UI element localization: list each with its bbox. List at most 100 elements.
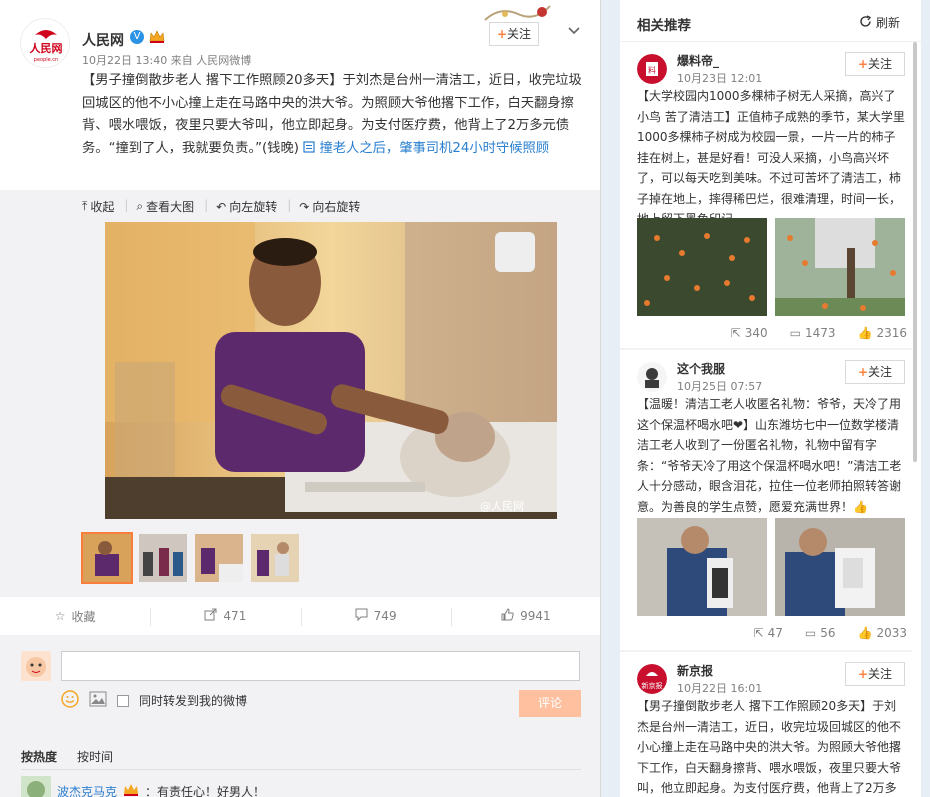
- recommend-photo[interactable]: [775, 518, 905, 616]
- recommend-item: 新京报 新京报 10月22日 16:01 +关注 【男子撞倒散步老人 撂下工作照…: [620, 652, 912, 797]
- link-icon: [303, 140, 319, 156]
- repost-button[interactable]: 471: [150, 597, 300, 635]
- vip-crown-icon: [149, 30, 165, 44]
- recommend-time[interactable]: 10月22日 16:01: [677, 680, 762, 696]
- svg-text:人民网: 人民网: [30, 41, 63, 55]
- thumbs-up-icon: 👍: [857, 626, 873, 640]
- post-photo[interactable]: @人民网: [105, 222, 557, 519]
- recommend-name[interactable]: 这个我服: [677, 360, 725, 377]
- recommend-like-button[interactable]: 👍 2316: [858, 326, 908, 340]
- tab-sort-time[interactable]: 按时间: [77, 748, 113, 765]
- refresh-button[interactable]: 刷新: [859, 14, 900, 31]
- collapse-button[interactable]: ⤒ 收起: [82, 198, 124, 215]
- recommend-name[interactable]: 新京报: [677, 662, 713, 679]
- rotate-left-button[interactable]: ↶ 向左旋转: [216, 198, 287, 215]
- svg-text:新京报: 新京报: [642, 681, 663, 690]
- commenter-avatar[interactable]: [21, 776, 51, 797]
- recommend-item: 这个我服 10月25日 07:57 +关注 【温暖！清洁工老人收匿名礼物：爷爷，…: [620, 350, 912, 650]
- recommend-follow-button[interactable]: +关注: [845, 52, 905, 76]
- topic-link[interactable]: 撞老人之后，肇事司机24小时守候照顾: [319, 141, 549, 156]
- arrow-up-icon: ⤒: [82, 199, 88, 213]
- photo-watermark: @人民网: [480, 500, 524, 513]
- feed-card: 人民网 people.cn 人民网 V 10月22日 13:40 来自 人民网微…: [0, 0, 601, 797]
- post-action-bar: ☆ 收藏 471 749 9941: [0, 596, 600, 636]
- user-avatar[interactable]: 人民网 people.cn: [20, 18, 70, 68]
- magnifier-icon: ⌕: [136, 199, 144, 213]
- media-toolbar: ⤒ 收起 | ⌕ 查看大图 | ↶ 向左旋转 | ↷ 向右旋转: [82, 198, 370, 215]
- favorite-button[interactable]: ☆ 收藏: [0, 597, 150, 635]
- recommend-pictures: [637, 518, 905, 616]
- recommend-time[interactable]: 10月25日 07:57: [677, 378, 762, 394]
- repost-checkbox[interactable]: [117, 694, 129, 707]
- recommend-avatar[interactable]: 新京报: [637, 664, 667, 694]
- image-icon[interactable]: [89, 691, 107, 710]
- media-panel: ⤒ 收起 | ⌕ 查看大图 | ↶ 向左旋转 | ↷ 向右旋转 @人民网: [0, 190, 600, 596]
- my-avatar[interactable]: [21, 651, 51, 681]
- recommend-avatar[interactable]: [637, 362, 667, 392]
- repost-checkbox-label: 同时转发到我的微博: [139, 694, 248, 708]
- comment-icon: ▭: [789, 326, 801, 340]
- vip-crown-icon: [123, 783, 139, 797]
- sidebar-scrollbar[interactable]: [913, 42, 917, 462]
- recommend-time[interactable]: 10月23日 12:01: [677, 70, 762, 86]
- recommend-photo[interactable]: [637, 518, 767, 616]
- commenter-name[interactable]: 波杰克马克: [57, 783, 117, 797]
- chevron-down-icon[interactable]: [566, 22, 582, 38]
- thumbnail-strip: [81, 532, 301, 584]
- view-large-button[interactable]: ⌕ 查看大图: [136, 198, 204, 215]
- recommend-photo[interactable]: [637, 218, 767, 316]
- verified-icon: V: [130, 30, 144, 44]
- thumbs-up-icon: 👍: [857, 326, 873, 340]
- repost-icon: [204, 608, 217, 624]
- recommend-repost-button[interactable]: ⇱ 340: [731, 326, 768, 340]
- svg-text:people.cn: people.cn: [34, 57, 58, 63]
- recommend-stats: ⇱ 47 ▭ 56 👍 2033: [637, 626, 907, 640]
- divider: [21, 769, 581, 770]
- plus-icon: +: [857, 667, 869, 681]
- recommend-stats: ⇱ 340 ▭ 1473 👍 2316: [637, 326, 907, 340]
- recommend-pictures: [637, 218, 905, 316]
- recommend-follow-button[interactable]: +关注: [845, 662, 905, 686]
- recommend-text: 【男子撞倒散步老人 撂下工作照顾20多天】于刘杰是台州一清洁工，近日，收完垃圾回…: [637, 699, 902, 795]
- post-meta: 10月22日 13:40 来自 人民网微博: [82, 52, 251, 68]
- recommend-name[interactable]: 爆料帝_: [677, 52, 719, 69]
- thumbnail[interactable]: [249, 532, 301, 584]
- username[interactable]: 人民网: [82, 30, 124, 50]
- post-time[interactable]: 10月22日 13:40: [82, 54, 167, 67]
- recommend-text: 【大学校园内1000多棵柿子树无人采摘，高兴了小鸟 苦了清洁工】正值柿子成熟的季…: [637, 89, 905, 226]
- comment-button[interactable]: 749: [300, 597, 451, 635]
- star-icon: ☆: [54, 609, 66, 623]
- sidebar-header: 相关推荐 刷新: [620, 0, 921, 42]
- recommend-repost-button[interactable]: ⇱ 47: [754, 626, 783, 640]
- recommend-like-button[interactable]: 👍 2033: [858, 626, 908, 640]
- plus-icon: +: [857, 57, 869, 71]
- recommend-comment-button[interactable]: ▭ 56: [805, 626, 836, 640]
- comment-sort-tabs: 按热度 按时间: [21, 748, 113, 765]
- refresh-icon: [859, 14, 872, 31]
- post-source: 来自 人民网微博: [170, 54, 252, 67]
- comment-input[interactable]: [61, 651, 580, 681]
- submit-comment-button[interactable]: 评论: [519, 690, 581, 717]
- comment-tools: 同时转发到我的微博: [61, 690, 247, 711]
- repost-icon: ⇱: [753, 626, 764, 640]
- thumbnail[interactable]: [137, 532, 189, 584]
- plus-icon: +: [857, 365, 869, 379]
- recommend-avatar[interactable]: 料: [637, 54, 667, 84]
- recommend-sidebar: 相关推荐 刷新 料 爆料帝_ 10月23日 12:01 +关注 【大学校园内10…: [620, 0, 921, 797]
- rotate-right-button[interactable]: ↷ 向右旋转: [299, 198, 370, 215]
- sidebar-title: 相关推荐: [637, 18, 691, 34]
- thumbnail[interactable]: [193, 532, 245, 584]
- rotate-right-icon: ↷: [299, 199, 310, 214]
- emoji-icon[interactable]: [61, 690, 79, 711]
- recommend-item: 料 爆料帝_ 10月23日 12:01 +关注 【大学校园内1000多棵柿子树无…: [620, 42, 912, 348]
- recommend-comment-button[interactable]: ▭ 1473: [790, 326, 836, 340]
- recommend-follow-button[interactable]: +关注: [845, 360, 905, 384]
- follow-button[interactable]: +关注: [489, 22, 539, 46]
- like-button[interactable]: 9941: [450, 597, 600, 635]
- comment-icon: ▭: [804, 626, 817, 640]
- recommend-photo[interactable]: [775, 218, 905, 316]
- rotate-left-icon: ↶: [216, 199, 227, 214]
- comment-item: 波杰克马克 ：有责任心！好男人！: [21, 776, 265, 797]
- thumbnail[interactable]: [81, 532, 133, 584]
- tab-sort-hot[interactable]: 按热度: [21, 748, 57, 765]
